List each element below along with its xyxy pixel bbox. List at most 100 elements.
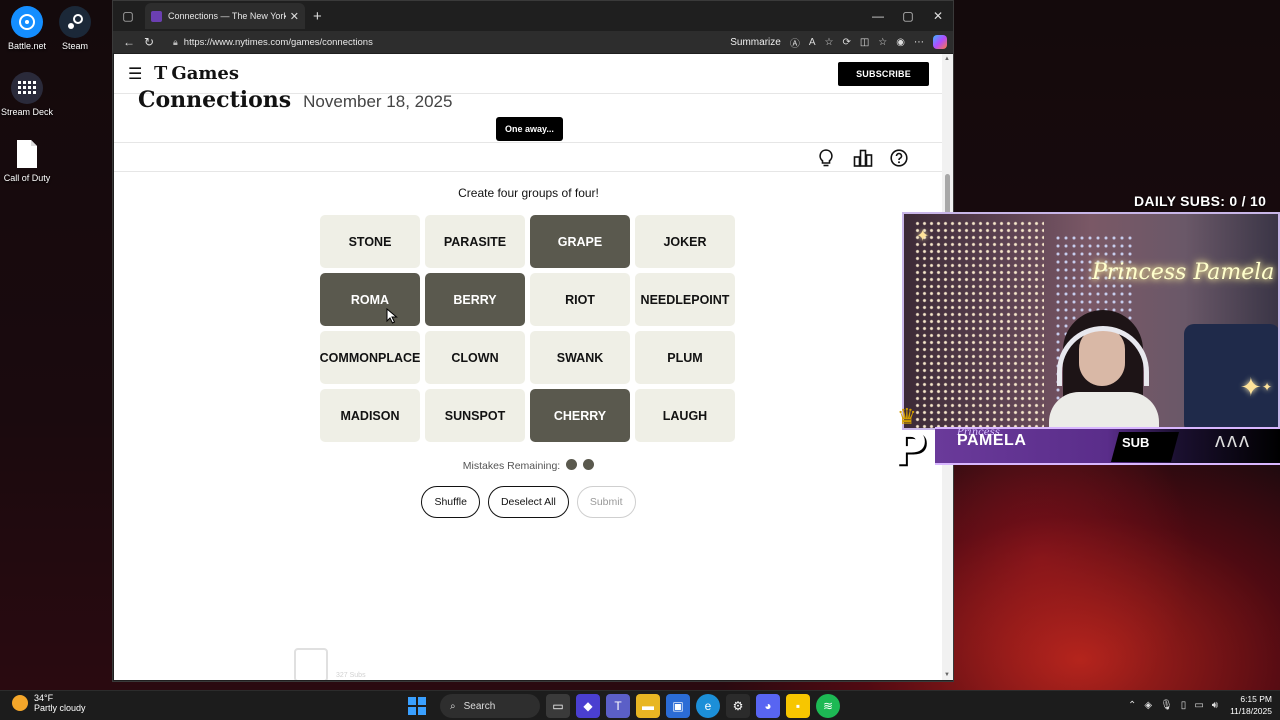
word-tile[interactable]: NEEDLEPOINT xyxy=(635,273,735,326)
scroll-up-icon[interactable]: ▲ xyxy=(944,56,950,62)
discord-icon[interactable]: ◕ xyxy=(756,694,780,718)
minimize-icon[interactable]: — xyxy=(863,9,893,23)
task-view-icon[interactable]: ▭ xyxy=(546,694,570,718)
word-tile[interactable]: PLUM xyxy=(635,331,735,384)
spotify-icon[interactable]: ≋ xyxy=(816,694,840,718)
nyt-t-logo-icon: T xyxy=(154,62,168,84)
word-tile[interactable]: MADISON xyxy=(320,389,420,442)
copilot-icon[interactable] xyxy=(933,35,947,49)
clock[interactable]: 6:15 PM 11/18/2025 xyxy=(1230,693,1272,717)
gaming-chair xyxy=(1184,324,1278,428)
weather-widget[interactable]: 34°F Partly cloudy xyxy=(12,693,86,713)
help-icon[interactable] xyxy=(890,149,908,172)
word-tile[interactable]: COMMONPLACE xyxy=(320,331,420,384)
word-tile[interactable]: CHERRY xyxy=(530,389,630,442)
browser-window: ▢ Connections — The New York Tim ✕ + — ▢… xyxy=(112,0,954,682)
teams-icon[interactable]: T xyxy=(606,694,630,718)
ghost-subs: 327 Subs xyxy=(336,672,366,679)
read-aloud-icon[interactable]: A xyxy=(809,37,816,48)
favorites-icon[interactable]: ☆ xyxy=(878,37,887,48)
file-explorer-icon[interactable]: ▬ xyxy=(636,694,660,718)
sticky-notes-icon[interactable]: ▪ xyxy=(786,694,810,718)
weather-condition: Partly cloudy xyxy=(34,703,86,713)
instructions: Create four groups of four! xyxy=(458,186,599,200)
word-tile[interactable]: SUNSPOT xyxy=(425,389,525,442)
game-actions: Shuffle Deselect All Submit xyxy=(114,486,943,518)
split-screen-icon[interactable]: ◫ xyxy=(860,37,869,48)
deselect-all-button[interactable]: Deselect All xyxy=(487,486,569,518)
hint-lightbulb-icon[interactable] xyxy=(818,149,834,172)
mistakes-label: Mistakes Remaining: xyxy=(462,460,561,472)
word-tile[interactable]: STONE xyxy=(320,215,420,268)
submit-button[interactable]: Submit xyxy=(576,486,636,518)
start-windows-icon[interactable] xyxy=(408,697,426,715)
mistake-dots xyxy=(560,459,595,473)
close-window-icon[interactable]: ✕ xyxy=(923,9,953,23)
url-field[interactable]: 🔒︎ https://www.nytimes.com/games/connect… xyxy=(167,33,722,51)
profile-icon[interactable]: ◉ xyxy=(896,37,905,48)
settings-gear-icon[interactable]: ⚙ xyxy=(726,694,750,718)
mistake-dot xyxy=(566,459,578,470)
game-title-row: Connections November 18, 2025 xyxy=(138,87,452,113)
tray-app-icon[interactable]: ◈ xyxy=(1144,700,1152,711)
file-icon xyxy=(11,138,43,170)
tab-connections[interactable]: Connections — The New York Tim ✕ xyxy=(145,3,305,29)
desktop-icon-steam[interactable]: Steam xyxy=(48,6,102,51)
taskbar-search[interactable]: ⌕ Search xyxy=(440,694,540,718)
time: 6:15 PM xyxy=(1240,694,1272,704)
nyt-games-logo[interactable]: T Games xyxy=(154,62,239,85)
edge-icon[interactable]: e xyxy=(696,694,720,718)
mouse-cursor-icon xyxy=(386,307,398,327)
desktop-icon-label: Call of Duty xyxy=(3,173,51,183)
maximize-icon[interactable]: ▢ xyxy=(893,9,923,23)
sparkle-icon: ✦ xyxy=(916,228,930,245)
word-tile[interactable]: RIOT xyxy=(530,273,630,326)
game-toolbar xyxy=(114,142,943,172)
sparkle-icon: ✦ xyxy=(1240,372,1262,402)
more-menu-icon[interactable]: ⋯ xyxy=(914,37,924,48)
new-tab-icon[interactable]: + xyxy=(313,8,322,25)
page-title: Connections xyxy=(138,87,292,113)
stream-deck-icon xyxy=(11,72,43,104)
weather-icon xyxy=(12,695,28,711)
desktop-icon-label: Battle.net xyxy=(7,41,47,51)
close-tab-icon[interactable]: ✕ xyxy=(290,10,299,23)
tab-bar: ▢ Connections — The New York Tim ✕ + — ▢… xyxy=(113,1,953,31)
desktop-icon-call-of-duty[interactable]: Call of Duty xyxy=(0,138,54,183)
word-tile[interactable]: BERRY xyxy=(425,273,525,326)
url-text: https://www.nytimes.com/games/connection… xyxy=(183,36,373,48)
volume-icon[interactable]: 🔊︎ xyxy=(1212,700,1218,711)
hamburger-menu-icon[interactable]: ☰ xyxy=(128,64,152,84)
stats-icon[interactable] xyxy=(853,149,873,172)
store-icon[interactable]: ▣ xyxy=(666,694,690,718)
word-tile[interactable]: PARASITE xyxy=(425,215,525,268)
word-tile[interactable]: GRAPE xyxy=(530,215,630,268)
desktop-icon-battlenet[interactable]: Battle.net xyxy=(0,6,54,51)
reader-icon[interactable]: Ⓐ xyxy=(790,35,800,50)
daily-subs-counter: DAILY SUBS: 0 / 10 xyxy=(1134,193,1267,209)
word-tile[interactable]: CLOWN xyxy=(425,331,525,384)
scroll-down-icon[interactable]: ▼ xyxy=(944,672,950,678)
network-icon[interactable]: ▭ xyxy=(1194,700,1203,711)
word-tile[interactable]: JOKER xyxy=(635,215,735,268)
refresh-icon[interactable]: ↻ xyxy=(139,35,159,49)
microphone-icon[interactable]: 🎙︎ xyxy=(1160,700,1173,711)
word-grid: STONE PARASITE GRAPE JOKER ROMA BERRY RI… xyxy=(320,215,735,442)
desktop-icon-stream-deck[interactable]: Stream Deck xyxy=(0,72,54,117)
summarize-button[interactable]: Summarize xyxy=(730,37,781,48)
address-bar: ← ↻ 🔒︎ https://www.nytimes.com/games/con… xyxy=(113,31,953,53)
neon-sign: Princess Pamela xyxy=(1092,260,1275,285)
notification-icon[interactable]: ▯ xyxy=(1181,700,1187,711)
word-tile[interactable]: LAUGH xyxy=(635,389,735,442)
copilot-taskbar-icon[interactable]: ◆ xyxy=(576,694,600,718)
favorite-star-icon[interactable]: ☆ xyxy=(824,37,833,48)
mistake-dot xyxy=(583,459,595,470)
back-icon[interactable]: ← xyxy=(119,35,139,49)
word-tile[interactable]: ROMA xyxy=(320,273,420,326)
chevron-up-icon[interactable]: ⌃ xyxy=(1128,700,1136,711)
extensions-icon[interactable]: ⟳ xyxy=(842,37,850,48)
subscribe-button[interactable]: SUBSCRIBE xyxy=(838,61,929,86)
shuffle-button[interactable]: Shuffle xyxy=(421,486,480,518)
word-tile[interactable]: SWANK xyxy=(530,331,630,384)
tab-actions-icon[interactable]: ▢ xyxy=(117,5,139,27)
